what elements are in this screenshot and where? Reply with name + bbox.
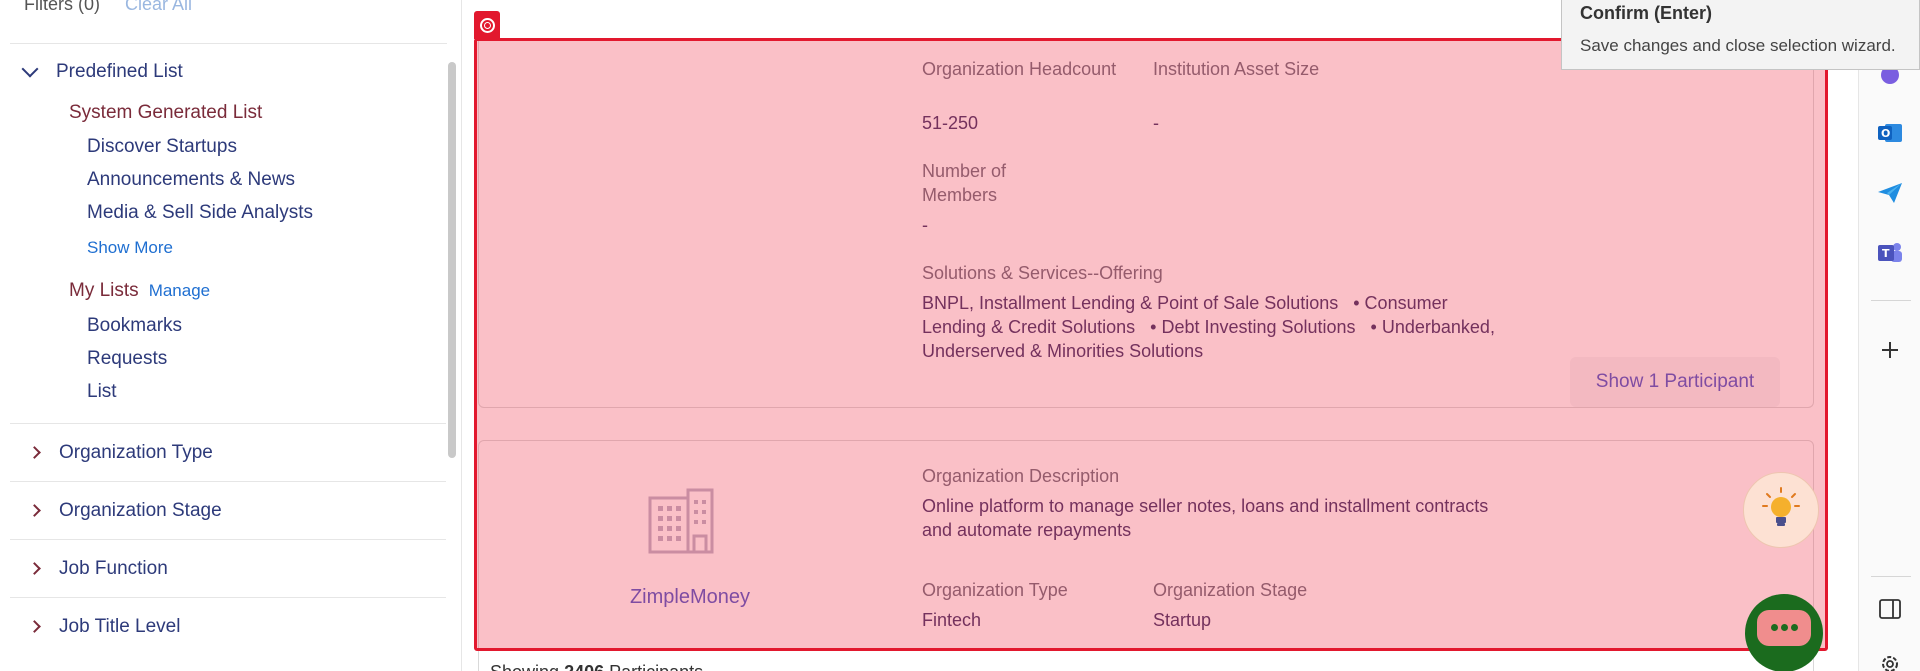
show-participants-button[interactable]: Show 1 Participant <box>1570 357 1780 407</box>
filter-sidebar: Filters (0) Clear All Predefined List Sy… <box>0 0 462 671</box>
chat-button[interactable] <box>1745 594 1823 671</box>
divider <box>10 43 447 44</box>
results-suffix: Participants <box>609 662 703 671</box>
organization-name-link[interactable]: ZimpleMoney <box>600 586 780 609</box>
description-line-2: and automate repayments <box>922 520 1132 540</box>
manage-link[interactable]: Manage <box>149 281 210 300</box>
filter-job-function[interactable]: Job Function <box>10 539 446 597</box>
tooltip-description: Save changes and close selection wizard. <box>1580 36 1896 55</box>
lightbulb-button[interactable] <box>1743 472 1819 548</box>
svg-text:T: T <box>1882 247 1890 260</box>
solutions-line-2: Lending & Credit Solutions • Debt Invest… <box>922 317 1495 337</box>
my-lists-row: My Lists Manage <box>69 280 210 302</box>
list-item-announcements-news[interactable]: Announcements & News <box>87 169 295 191</box>
sidebar-scrollbar[interactable] <box>448 62 456 458</box>
chevron-right-icon <box>28 504 41 517</box>
filter-label: Organization Type <box>59 441 213 463</box>
headcount-value: 51-250 <box>922 113 979 133</box>
description-label: Organization Description <box>922 466 1120 486</box>
sidebar-toggle-icon[interactable] <box>1873 592 1907 626</box>
filter-label: Job Title Level <box>59 615 181 637</box>
system-generated-list-title: System Generated List <box>69 102 263 123</box>
results-count: Showing 2406 Participants <box>490 662 703 671</box>
building-icon <box>648 488 714 559</box>
list-item-bookmarks[interactable]: Bookmarks <box>87 315 182 337</box>
filter-label: Job Function <box>59 557 168 579</box>
filters-bar: Filters (0) Clear All <box>24 0 192 15</box>
show-more-link[interactable]: Show More <box>87 238 173 258</box>
predefined-list-title: Predefined List <box>56 61 183 82</box>
confirm-tooltip: Confirm (Enter) Save changes and close s… <box>1561 0 1920 70</box>
filter-label: Organization Stage <box>59 499 222 521</box>
my-lists-title: My Lists <box>69 280 139 301</box>
clear-all-link[interactable]: Clear All <box>125 0 192 14</box>
predefined-list-toggle[interactable]: Predefined List <box>21 60 183 83</box>
teams-icon[interactable]: T <box>1873 236 1907 270</box>
send-icon[interactable] <box>1873 176 1907 210</box>
description-line-1: Online platform to manage seller notes, … <box>922 496 1489 516</box>
asset-size-value: - <box>1153 113 1159 133</box>
tooltip-title: Confirm (Enter) <box>1580 3 1712 23</box>
list-item-media-analysts[interactable]: Media & Sell Side Analysts <box>87 202 313 224</box>
chevron-right-icon <box>28 446 41 459</box>
target-icon[interactable] <box>474 11 500 39</box>
filter-job-title-level[interactable]: Job Title Level <box>10 597 446 655</box>
outlook-icon[interactable]: O <box>1873 116 1907 150</box>
settings-icon[interactable] <box>1873 647 1907 671</box>
list-item-discover-startups[interactable]: Discover Startups <box>87 136 237 158</box>
solutions-line-1: BNPL, Installment Lending & Point of Sal… <box>922 293 1448 313</box>
org-stage-value: Startup <box>1153 610 1212 630</box>
plus-icon[interactable] <box>1873 333 1907 367</box>
headcount-label: Organization Headcount <box>922 59 1117 79</box>
lightbulb-icon <box>1761 486 1801 535</box>
asset-size-label: Institution Asset Size <box>1153 59 1320 79</box>
list-item-list[interactable]: List <box>87 381 117 403</box>
divider <box>1871 300 1911 301</box>
svg-text:O: O <box>1881 127 1890 140</box>
results-prefix: Showing <box>490 662 559 671</box>
filters-count: Filters (0) <box>24 0 100 14</box>
solutions-line-3: Underserved & Minorities Solutions <box>922 341 1204 361</box>
list-item-requests[interactable]: Requests <box>87 348 167 370</box>
chevron-right-icon <box>28 620 41 633</box>
org-type-value: Fintech <box>922 610 982 630</box>
chevron-down-icon <box>21 60 39 78</box>
filter-organization-stage[interactable]: Organization Stage <box>10 481 446 539</box>
members-label: Number of Members <box>922 161 1007 205</box>
members-value: - <box>922 215 928 235</box>
org-stage-label: Organization Stage <box>1153 580 1308 600</box>
solutions-label: Solutions & Services--Offering <box>922 263 1163 283</box>
chevron-right-icon <box>28 562 41 575</box>
right-rail: O T <box>1858 0 1920 671</box>
filter-organization-type[interactable]: Organization Type <box>10 423 446 481</box>
org-type-label: Organization Type <box>922 580 1068 600</box>
results-number: 2406 <box>564 662 604 671</box>
divider <box>1871 576 1911 577</box>
